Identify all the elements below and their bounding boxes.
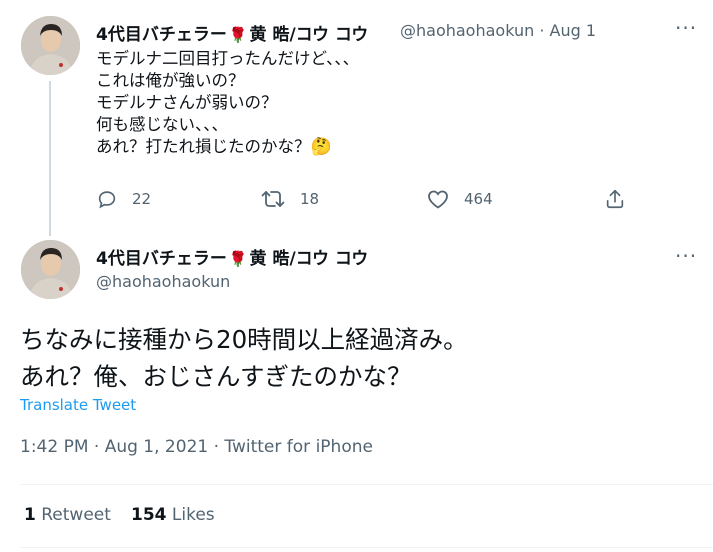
- main-line-1: ちなみに接種から20時間以上経過済み。: [20, 325, 468, 354]
- tweet-timestamp[interactable]: 1:42 PM · Aug 1, 2021 · Twitter for iPho…: [20, 437, 373, 457]
- main-more-icon[interactable]: ···: [675, 244, 697, 268]
- like-icon: [428, 190, 448, 209]
- main-handle[interactable]: @haohaohaokun: [96, 272, 230, 291]
- parent-line-3: モデルナさんが弱いの？: [96, 93, 278, 112]
- rose-icon: 🌹: [228, 26, 248, 44]
- main-tweet-text: ちなみに接種から20時間以上経過済み。 あれ？俺、おじさんすぎたのかな？: [20, 321, 468, 395]
- parent-tweet-text: モデルナ二回目打ったんだけど、、、 これは俺が強いの？ モデルナさんが弱いの？ …: [96, 48, 359, 158]
- divider: [20, 484, 713, 485]
- parent-line-2: これは俺が強いの？: [96, 71, 245, 90]
- share-icon: [606, 189, 624, 209]
- parent-meta: @haohaohaokun · Aug 1: [400, 21, 597, 40]
- main-author-name[interactable]: 4代目バチェラー 🌹 黄 晧/コウ コウ: [96, 244, 368, 269]
- retweets-stat[interactable]: 1 Retweet: [24, 505, 111, 525]
- retweet-icon: [261, 191, 285, 207]
- main-avatar[interactable]: [21, 240, 80, 299]
- reply-icon: [98, 191, 116, 209]
- parent-date[interactable]: Aug 1: [550, 21, 597, 40]
- thread-line: [49, 81, 51, 236]
- rose-icon: 🌹: [228, 250, 248, 268]
- translate-tweet-link[interactable]: Translate Tweet: [20, 396, 136, 414]
- parent-line-4: 何も感じない、、、: [96, 115, 228, 134]
- thinking-face-icon: 🤔: [310, 137, 332, 157]
- main-line-2: あれ？俺、おじさんすぎたのかな？: [20, 362, 412, 391]
- likes-stat[interactable]: 154 Likes: [131, 505, 215, 525]
- parent-author-name[interactable]: 4代目バチェラー 🌹 黄 晧/コウ コウ: [96, 20, 368, 45]
- parent-line-5: あれ？打たれ損じたのかな？🤔: [96, 137, 332, 157]
- parent-handle[interactable]: @haohaohaokun: [400, 21, 534, 40]
- reply-button[interactable]: 22: [96, 188, 151, 210]
- like-button[interactable]: 464: [426, 188, 493, 210]
- parent-avatar[interactable]: [21, 16, 80, 75]
- parent-line-1: モデルナ二回目打ったんだけど、、、: [96, 49, 360, 68]
- parent-more-icon[interactable]: ···: [675, 16, 697, 40]
- share-button[interactable]: [604, 188, 640, 210]
- divider-bottom: [20, 547, 713, 548]
- retweet-button[interactable]: 18: [260, 188, 319, 210]
